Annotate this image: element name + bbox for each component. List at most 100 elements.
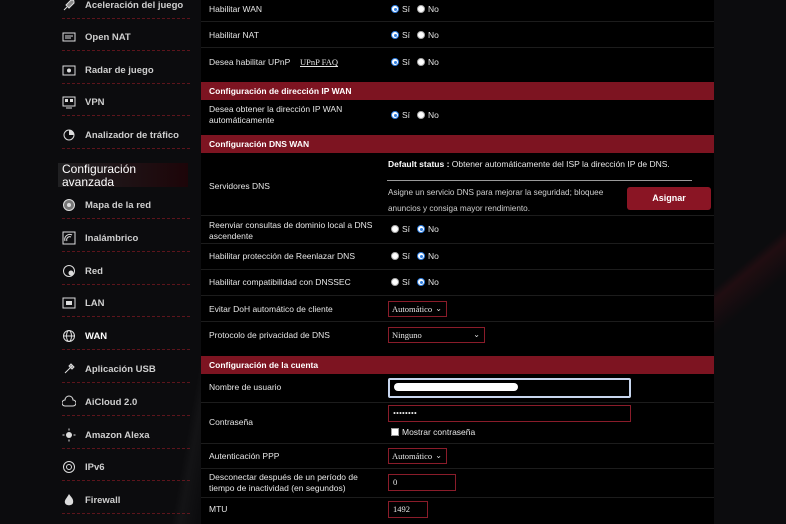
- radio-unselected[interactable]: [391, 252, 399, 260]
- checkbox[interactable]: [391, 428, 399, 436]
- sidebar-item-aicloud[interactable]: AiCloud 2.0: [62, 389, 190, 416]
- masked-username: [394, 383, 518, 392]
- dnssec-label: Habilitar compatibilidad con DNSSEC: [209, 277, 351, 287]
- enable-upnp-no[interactable]: No: [417, 57, 439, 67]
- sidebar-item-game-acceleration[interactable]: Aceleración del juego: [62, 0, 190, 19]
- sidebar-item-firewall[interactable]: Firewall: [62, 487, 190, 514]
- sidebar: Aceleración del juego Open NAT Radar de …: [0, 0, 195, 524]
- rebind-no[interactable]: No: [417, 251, 439, 261]
- upnp-faq-link[interactable]: UPnP FAQ: [300, 57, 338, 67]
- sidebar-item-traffic-analyzer[interactable]: Analizador de tráfico: [62, 122, 190, 149]
- divider: [201, 443, 714, 444]
- rebind-radio-group: Sí No: [391, 251, 446, 261]
- mtu-input[interactable]: 1492: [388, 501, 428, 518]
- sidebar-item-lan[interactable]: LAN: [62, 290, 190, 317]
- enable-nat-yes[interactable]: Sí: [391, 30, 410, 40]
- chevron-down-icon: ⌄: [473, 330, 480, 339]
- ppp-auth-label: Autenticación PPP: [209, 451, 280, 461]
- forward-local-yes[interactable]: Sí: [391, 224, 410, 234]
- enable-nat-label: Habilitar NAT: [209, 30, 259, 40]
- enable-upnp-yes[interactable]: Sí: [391, 57, 410, 67]
- enable-upnp-label: Desea habilitar UPnP: [209, 57, 291, 67]
- enable-nat-no[interactable]: No: [417, 30, 439, 40]
- chevron-down-icon: ⌄: [435, 304, 442, 313]
- username-label: Nombre de usuario: [209, 382, 282, 392]
- doh-select[interactable]: Automático ⌄: [388, 301, 447, 317]
- enable-wan-no[interactable]: No: [417, 4, 439, 14]
- sidebar-item-wireless[interactable]: Inalámbrico: [62, 225, 190, 252]
- divider: [201, 21, 714, 22]
- enable-wan-label: Habilitar WAN: [209, 4, 263, 14]
- show-password-checkbox[interactable]: Mostrar contraseña: [391, 427, 475, 437]
- sidebar-item-open-nat[interactable]: Open NAT: [62, 24, 190, 51]
- dns-section-header: Configuración DNS WAN: [201, 135, 714, 153]
- enable-wan-radio-group: Sí No: [391, 4, 446, 14]
- radio-selected[interactable]: [417, 252, 426, 260]
- radio-unselected[interactable]: [417, 31, 426, 39]
- idle-disconnect-label: Desconectar después de un período de tie…: [209, 472, 358, 493]
- idle-disconnect-input[interactable]: 0: [388, 474, 456, 491]
- password-input[interactable]: ••••••••: [388, 405, 631, 422]
- auto-ip-radio-group: Sí No: [391, 110, 446, 120]
- dns-description: Asigne un servicio DNS para mejorar la s…: [388, 188, 604, 213]
- wireless-icon: [62, 231, 76, 245]
- rocket-icon: [62, 0, 76, 12]
- divider: [201, 215, 714, 216]
- wan-ip-section-header: Configuración de dirección IP WAN: [201, 82, 714, 100]
- divider: [201, 402, 714, 403]
- ipv6-icon: [62, 460, 76, 474]
- privacy-protocol-select[interactable]: Ninguno ⌄: [388, 327, 485, 343]
- username-input[interactable]: [388, 378, 631, 398]
- sidebar-item-ipv6[interactable]: IPv6: [62, 454, 190, 481]
- main-panel: Habilitar WAN Sí No Habilitar NAT Sí No …: [201, 0, 714, 524]
- sidebar-item-network-map[interactable]: Mapa de la red: [62, 192, 190, 219]
- radar-icon: [62, 63, 76, 77]
- divider: [201, 468, 714, 469]
- auto-ip-label: Desea obtener la dirección IP WAN automá…: [209, 104, 343, 125]
- auto-ip-yes[interactable]: Sí: [391, 110, 410, 120]
- sidebar-item-amazon-alexa[interactable]: Amazon Alexa: [62, 422, 190, 449]
- divider: [201, 321, 714, 322]
- enable-nat-radio-group: Sí No: [391, 30, 446, 40]
- lan-icon: [62, 296, 76, 310]
- enable-wan-yes[interactable]: Sí: [391, 4, 410, 14]
- radio-selected[interactable]: [391, 58, 399, 66]
- sidebar-item-vpn[interactable]: VPN: [62, 89, 190, 116]
- radio-unselected[interactable]: [417, 111, 426, 119]
- network-map-icon: [62, 198, 76, 212]
- dnssec-no[interactable]: No: [417, 277, 439, 287]
- radio-selected[interactable]: [417, 278, 426, 286]
- radio-selected[interactable]: [391, 31, 399, 39]
- sidebar-item-game-radar[interactable]: Radar de juego: [62, 57, 190, 84]
- radio-selected[interactable]: [417, 225, 426, 233]
- forward-local-radio-group: Sí No: [391, 224, 446, 234]
- radio-selected[interactable]: [391, 5, 399, 13]
- privacy-protocol-label: Protocolo de privacidad de DNS: [209, 330, 330, 340]
- account-section-header: Configuración de la cuenta: [201, 356, 714, 374]
- alexa-icon: [62, 428, 76, 442]
- sidebar-item-usb-app[interactable]: Aplicación USB: [62, 356, 190, 383]
- dns-default-status: Default status : Obtener automáticamente…: [388, 159, 670, 169]
- forward-local-no[interactable]: No: [417, 224, 439, 234]
- dns-servers-label: Servidores DNS: [209, 181, 270, 191]
- firewall-icon: [62, 493, 76, 507]
- cloud-icon: [62, 395, 76, 409]
- dnssec-yes[interactable]: Sí: [391, 277, 410, 287]
- ppp-auth-select[interactable]: Automático ⌄: [388, 448, 447, 464]
- rebind-yes[interactable]: Sí: [391, 251, 410, 261]
- password-label: Contraseña: [209, 417, 253, 427]
- radio-unselected[interactable]: [391, 225, 399, 233]
- radio-unselected[interactable]: [417, 58, 426, 66]
- vpn-icon: [62, 95, 76, 109]
- radio-unselected[interactable]: [391, 278, 399, 286]
- globe-icon: [62, 329, 76, 343]
- sidebar-item-network[interactable]: Red: [62, 258, 190, 285]
- sidebar-item-wan[interactable]: WAN: [62, 323, 190, 350]
- assign-button[interactable]: Asignar: [627, 187, 711, 210]
- sidebar-section-advanced: Configuración avanzada: [58, 163, 188, 189]
- radio-unselected[interactable]: [417, 5, 426, 13]
- divider: [201, 269, 714, 270]
- auto-ip-no[interactable]: No: [417, 110, 439, 120]
- radio-selected[interactable]: [391, 111, 399, 119]
- enable-upnp-radio-group: Sí No: [391, 57, 446, 67]
